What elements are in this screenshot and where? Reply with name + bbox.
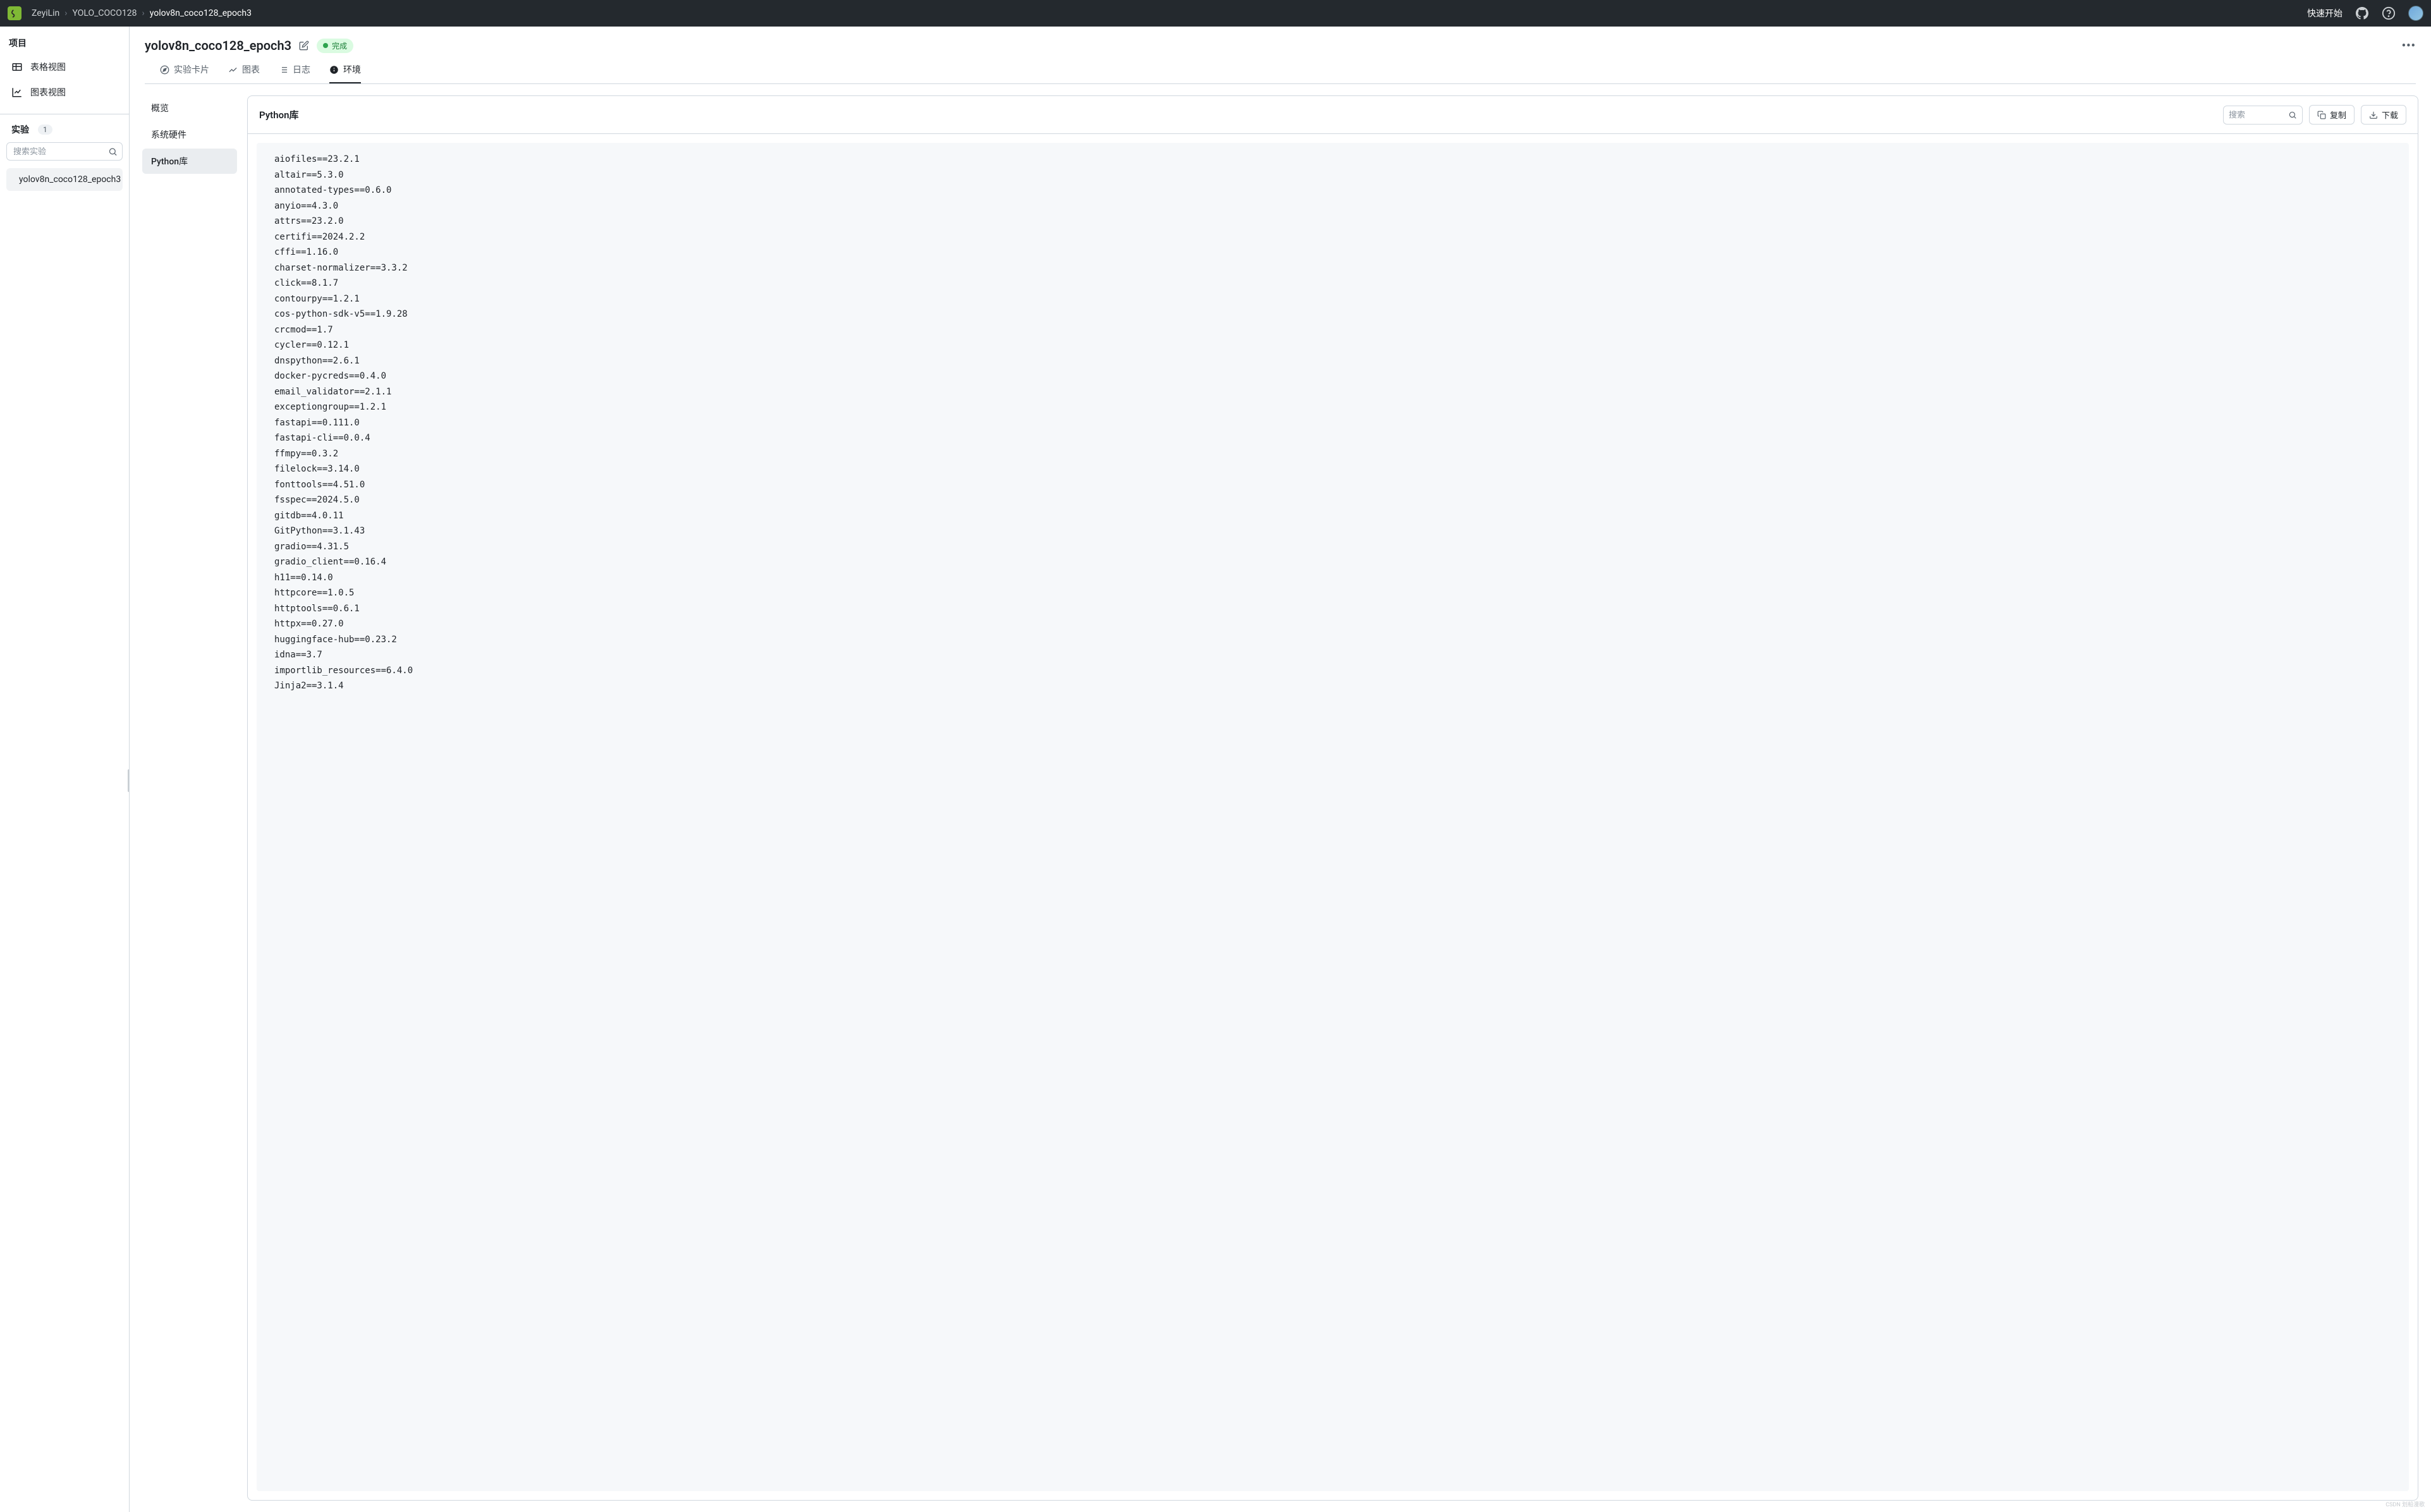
search-icon <box>108 147 118 156</box>
sidebar: 项目 表格视图 图表视图 实验 1 yolov8n_coco128 <box>0 27 130 1512</box>
sidebar-project-heading: 项目 <box>6 37 123 49</box>
title-row: yolov8n_coco128_epoch3 完成 ••• <box>145 38 2416 53</box>
line-chart-icon <box>228 65 238 75</box>
panel-actions: 复制 下载 <box>2223 105 2406 125</box>
experiments-header: 实验 1 <box>6 123 123 142</box>
table-icon <box>11 61 23 73</box>
status-badge: 完成 <box>317 39 353 53</box>
nav-chart-view[interactable]: 图表视图 <box>6 80 123 105</box>
status-text: 完成 <box>332 40 347 51</box>
tab-env-label: 环境 <box>343 63 361 76</box>
tab-chart-label: 图表 <box>242 63 260 76</box>
panel-search <box>2223 106 2303 125</box>
github-icon[interactable] <box>2355 6 2369 20</box>
more-actions-button[interactable]: ••• <box>2402 39 2416 52</box>
sidemenu-hardware[interactable]: 系统硬件 <box>142 122 237 147</box>
chevron-right-icon: › <box>64 8 67 18</box>
experiments-heading: 实验 <box>9 123 32 136</box>
topbar-right: 快速开始 <box>2307 6 2423 21</box>
watermark: CSDN 划船漫歌 <box>2385 1500 2425 1508</box>
info-icon <box>329 65 339 75</box>
breadcrumb-user[interactable]: ZeyiLin <box>32 8 59 18</box>
tab-chart[interactable]: 图表 <box>228 63 260 83</box>
experiment-item-label: yolov8n_coco128_epoch3 <box>19 174 121 185</box>
breadcrumb-project[interactable]: YOLO_COCO128 <box>73 8 137 18</box>
download-icon <box>2369 111 2378 119</box>
nav-table-label: 表格视图 <box>30 61 66 73</box>
main: yolov8n_coco128_epoch3 完成 ••• 实验卡片 <box>130 27 2431 1512</box>
experiment-item[interactable]: yolov8n_coco128_epoch3 <box>6 168 123 191</box>
tab-log-label: 日志 <box>293 63 310 76</box>
user-avatar[interactable] <box>2408 6 2423 21</box>
nav-chart-label: 图表视图 <box>30 86 66 99</box>
sidemenu-python[interactable]: Python库 <box>142 149 237 174</box>
copy-label: 复制 <box>2330 109 2346 121</box>
sidebar-resize-handle[interactable] <box>128 769 130 792</box>
edit-title-button[interactable] <box>299 40 309 51</box>
panel-search-input[interactable] <box>2229 110 2288 119</box>
compass-icon <box>160 65 169 75</box>
breadcrumb-run[interactable]: yolov8n_coco128_epoch3 <box>150 8 252 18</box>
experiments-search-input[interactable] <box>6 142 123 161</box>
experiments-count: 1 <box>38 125 52 135</box>
app-logo[interactable] <box>8 6 21 20</box>
tab-log[interactable]: 日志 <box>279 63 310 83</box>
sidemenu-overview[interactable]: 概览 <box>142 95 237 121</box>
nav-table-view[interactable]: 表格视图 <box>6 54 123 80</box>
search-icon <box>2288 111 2297 119</box>
experiments-search <box>6 142 123 161</box>
tabs: 实验卡片 图表 日志 <box>145 53 2416 84</box>
page-title: yolov8n_coco128_epoch3 <box>145 38 291 53</box>
copy-button[interactable]: 复制 <box>2309 105 2355 125</box>
help-icon[interactable] <box>2382 6 2396 20</box>
tab-card-label: 实验卡片 <box>174 63 209 76</box>
python-libs-panel: Python库 复制 <box>247 95 2418 1501</box>
env-side-menu: 概览 系统硬件 Python库 <box>142 95 237 1501</box>
copy-icon <box>2317 111 2326 119</box>
list-icon <box>279 65 288 75</box>
topbar: ZeyiLin › YOLO_COCO128 › yolov8n_coco128… <box>0 0 2431 27</box>
topbar-left: ZeyiLin › YOLO_COCO128 › yolov8n_coco128… <box>8 6 252 20</box>
download-button[interactable]: 下载 <box>2361 105 2406 125</box>
page-header: yolov8n_coco128_epoch3 完成 ••• 实验卡片 <box>130 27 2431 84</box>
download-label: 下载 <box>2382 109 2398 121</box>
breadcrumb: ZeyiLin › YOLO_COCO128 › yolov8n_coco128… <box>32 8 252 18</box>
content-body: 概览 系统硬件 Python库 Python库 <box>130 84 2431 1512</box>
line-chart-icon <box>11 87 23 98</box>
tab-env[interactable]: 环境 <box>329 63 361 83</box>
panel-title: Python库 <box>259 108 298 121</box>
status-dot-icon <box>323 43 328 48</box>
tab-card[interactable]: 实验卡片 <box>160 63 209 83</box>
quickstart-link[interactable]: 快速开始 <box>2307 7 2343 20</box>
layout: 项目 表格视图 图表视图 实验 1 yolov8n_coco128 <box>0 27 2431 1512</box>
panel-header: Python库 复制 <box>248 96 2418 134</box>
packages-list[interactable]: aiofiles==23.2.1 altair==5.3.0 annotated… <box>257 143 2409 1491</box>
chevron-right-icon: › <box>142 8 145 18</box>
